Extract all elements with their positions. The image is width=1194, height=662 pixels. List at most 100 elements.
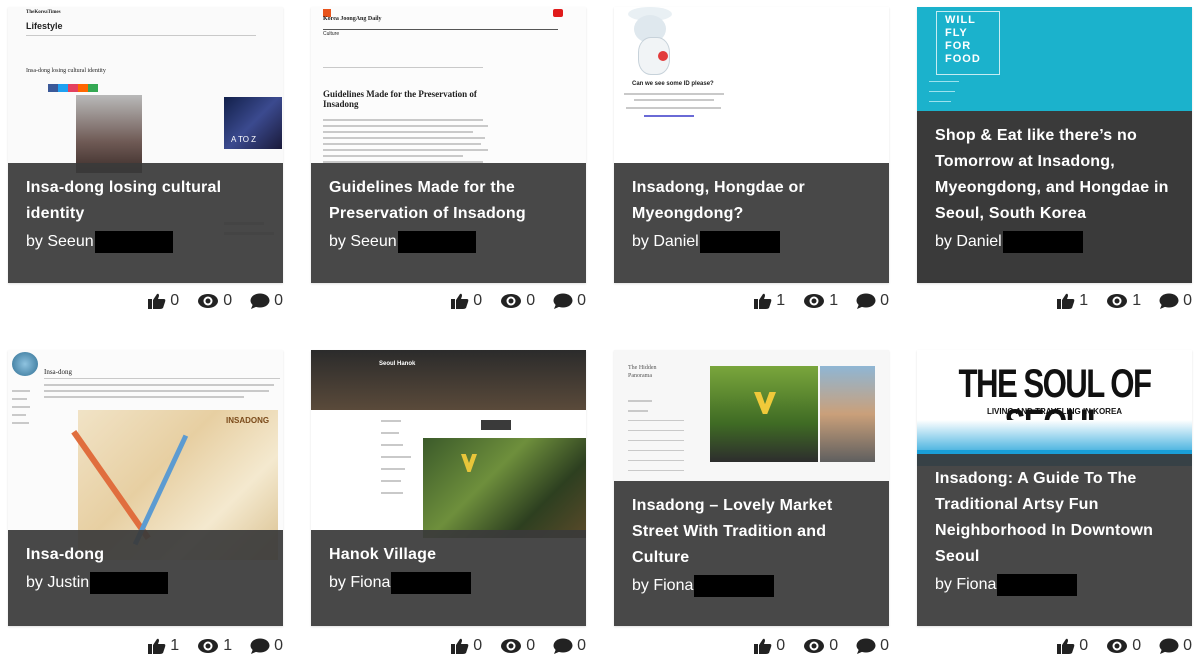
post-card[interactable]: Seoul Hanok Hanok Village by Fiona <box>311 350 586 626</box>
thumb-site-name: The Hidden Panorama <box>628 365 657 379</box>
thumb-headline: Insa-dong losing cultural identity <box>26 68 106 74</box>
view-count: 0 <box>526 292 536 309</box>
card-byline: by Justin <box>26 570 265 596</box>
card-title[interactable]: Insadong, Hongdae or Myeongdong? <box>632 175 871 227</box>
comment-stat[interactable]: 0 <box>856 637 889 655</box>
eye-icon <box>1107 639 1128 653</box>
like-stat[interactable]: 0 <box>1057 637 1088 655</box>
post-card[interactable]: THE SOUL OF SEOUL LIVING AND TRAVELING I… <box>917 350 1192 626</box>
view-stat[interactable]: 0 <box>500 292 535 310</box>
like-stat[interactable]: 1 <box>1057 292 1088 310</box>
card-byline: by Seeun <box>329 229 568 255</box>
comment-stat[interactable]: 0 <box>856 292 889 310</box>
eye-icon <box>501 639 522 653</box>
post-card[interactable]: Korea JoongAng Daily Culture Guidelines … <box>311 7 586 283</box>
comment-stat[interactable]: 0 <box>553 637 586 655</box>
comment-stat[interactable]: 0 <box>250 637 283 655</box>
like-count: 1 <box>170 637 180 654</box>
thumb-site-name: Seoul Hanok <box>379 361 416 367</box>
card-title[interactable]: Hanok Village <box>329 542 568 568</box>
card-title[interactable]: Guidelines Made for the Preservation of … <box>329 175 568 227</box>
view-count: 0 <box>1132 637 1142 654</box>
card-caption: Insadong, Hongdae or Myeongdong? by Dani… <box>614 163 889 283</box>
post-card[interactable]: WILL FLY FOR FOOD Shop & Eat like there’… <box>917 7 1192 283</box>
like-stat[interactable]: 1 <box>754 292 785 310</box>
card-stats: 1 1 0 <box>614 290 889 312</box>
redacted-name <box>997 574 1078 596</box>
like-count: 0 <box>776 637 786 654</box>
eye-icon <box>198 639 219 653</box>
thumb-map-label: INSADONG <box>226 416 270 425</box>
view-stat[interactable]: 0 <box>500 637 535 655</box>
comment-stat[interactable]: 0 <box>1159 292 1192 310</box>
eye-icon <box>198 294 219 308</box>
thumb-headline: Guidelines Made for the Preservation of … <box>323 89 477 109</box>
comment-icon <box>856 293 876 309</box>
comment-icon <box>553 638 573 654</box>
card-stats: 0 0 0 <box>311 290 586 312</box>
card-stats: 0 0 0 <box>8 290 283 312</box>
author-name: by Seeun <box>26 233 94 250</box>
comment-count: 0 <box>880 637 889 654</box>
view-stat[interactable]: 1 <box>1106 292 1141 310</box>
comment-count: 0 <box>274 292 283 309</box>
like-stat[interactable]: 0 <box>451 637 482 655</box>
thumb-site-name: Korea JoongAng Daily <box>323 16 382 22</box>
card-byline: by Fiona <box>329 570 568 596</box>
card-caption: Insadong: A Guide To The Traditional Art… <box>917 454 1192 626</box>
thumbs-up-icon <box>754 638 772 654</box>
thumb-section: Lifestyle <box>26 21 63 31</box>
like-count: 1 <box>776 292 786 309</box>
card-title[interactable]: Insa-dong <box>26 542 265 568</box>
card-title[interactable]: Insadong: A Guide To The Traditional Art… <box>935 466 1174 570</box>
card-byline: by Fiona <box>935 572 1174 598</box>
thumbs-up-icon <box>754 293 772 309</box>
comment-stat[interactable]: 0 <box>1159 637 1192 655</box>
post-card[interactable]: TheKoreaTimes Lifestyle Insa-dong losing… <box>8 7 283 283</box>
card-title[interactable]: Insadong – Lovely Market Street With Tra… <box>632 493 871 571</box>
card-stats: 1 1 0 <box>8 635 283 657</box>
like-count: 0 <box>473 637 483 654</box>
author-name: by Fiona <box>632 577 694 594</box>
view-stat[interactable]: 1 <box>803 292 838 310</box>
redacted-name <box>94 231 173 253</box>
view-count: 0 <box>526 637 536 654</box>
card-caption: Insadong – Lovely Market Street With Tra… <box>614 481 889 626</box>
like-stat[interactable]: 0 <box>148 292 179 310</box>
comment-icon <box>1159 638 1179 654</box>
like-count: 0 <box>473 292 483 309</box>
view-stat[interactable]: 0 <box>197 292 232 310</box>
redacted-name <box>397 231 476 253</box>
comment-icon <box>250 293 270 309</box>
post-card[interactable]: The Hidden Panorama Insadong – Lovely Ma… <box>614 350 889 626</box>
card-title[interactable]: Shop & Eat like there’s no Tomorrow at I… <box>935 123 1174 227</box>
card-stats: 0 0 0 <box>917 635 1192 657</box>
view-stat[interactable]: 0 <box>1106 637 1141 655</box>
comment-icon <box>250 638 270 654</box>
view-count: 0 <box>223 292 233 309</box>
post-card[interactable]: Insa-dong INSADONG Insa-dong by Justin <box>8 350 283 626</box>
like-stat[interactable]: 0 <box>754 637 785 655</box>
view-stat[interactable]: 1 <box>197 637 232 655</box>
post-card[interactable]: Can we see some ID please? Insadong, Hon… <box>614 7 889 283</box>
comment-stat[interactable]: 0 <box>250 292 283 310</box>
author-name: by Fiona <box>329 574 391 591</box>
eye-icon <box>804 294 825 308</box>
comment-stat[interactable]: 0 <box>553 292 586 310</box>
author-name: by Seeun <box>329 233 397 250</box>
thumb-headline: Insa-dong <box>44 368 72 376</box>
comment-icon <box>1159 293 1179 309</box>
logo-line: FOOD <box>945 53 981 65</box>
card-byline: by Daniel <box>632 229 871 255</box>
like-stat[interactable]: 1 <box>148 637 179 655</box>
card-title[interactable]: Insa-dong losing cultural identity <box>26 175 265 227</box>
author-name: by Daniel <box>632 233 699 250</box>
redacted-name <box>1002 231 1083 253</box>
card-caption: Shop & Eat like there’s no Tomorrow at I… <box>917 111 1192 283</box>
card-caption: Insa-dong by Justin <box>8 530 283 626</box>
like-stat[interactable]: 0 <box>451 292 482 310</box>
card-caption: Hanok Village by Fiona <box>311 530 586 626</box>
view-stat[interactable]: 0 <box>803 637 838 655</box>
logo-line: WILL <box>945 14 976 26</box>
thumbs-up-icon <box>1057 638 1075 654</box>
